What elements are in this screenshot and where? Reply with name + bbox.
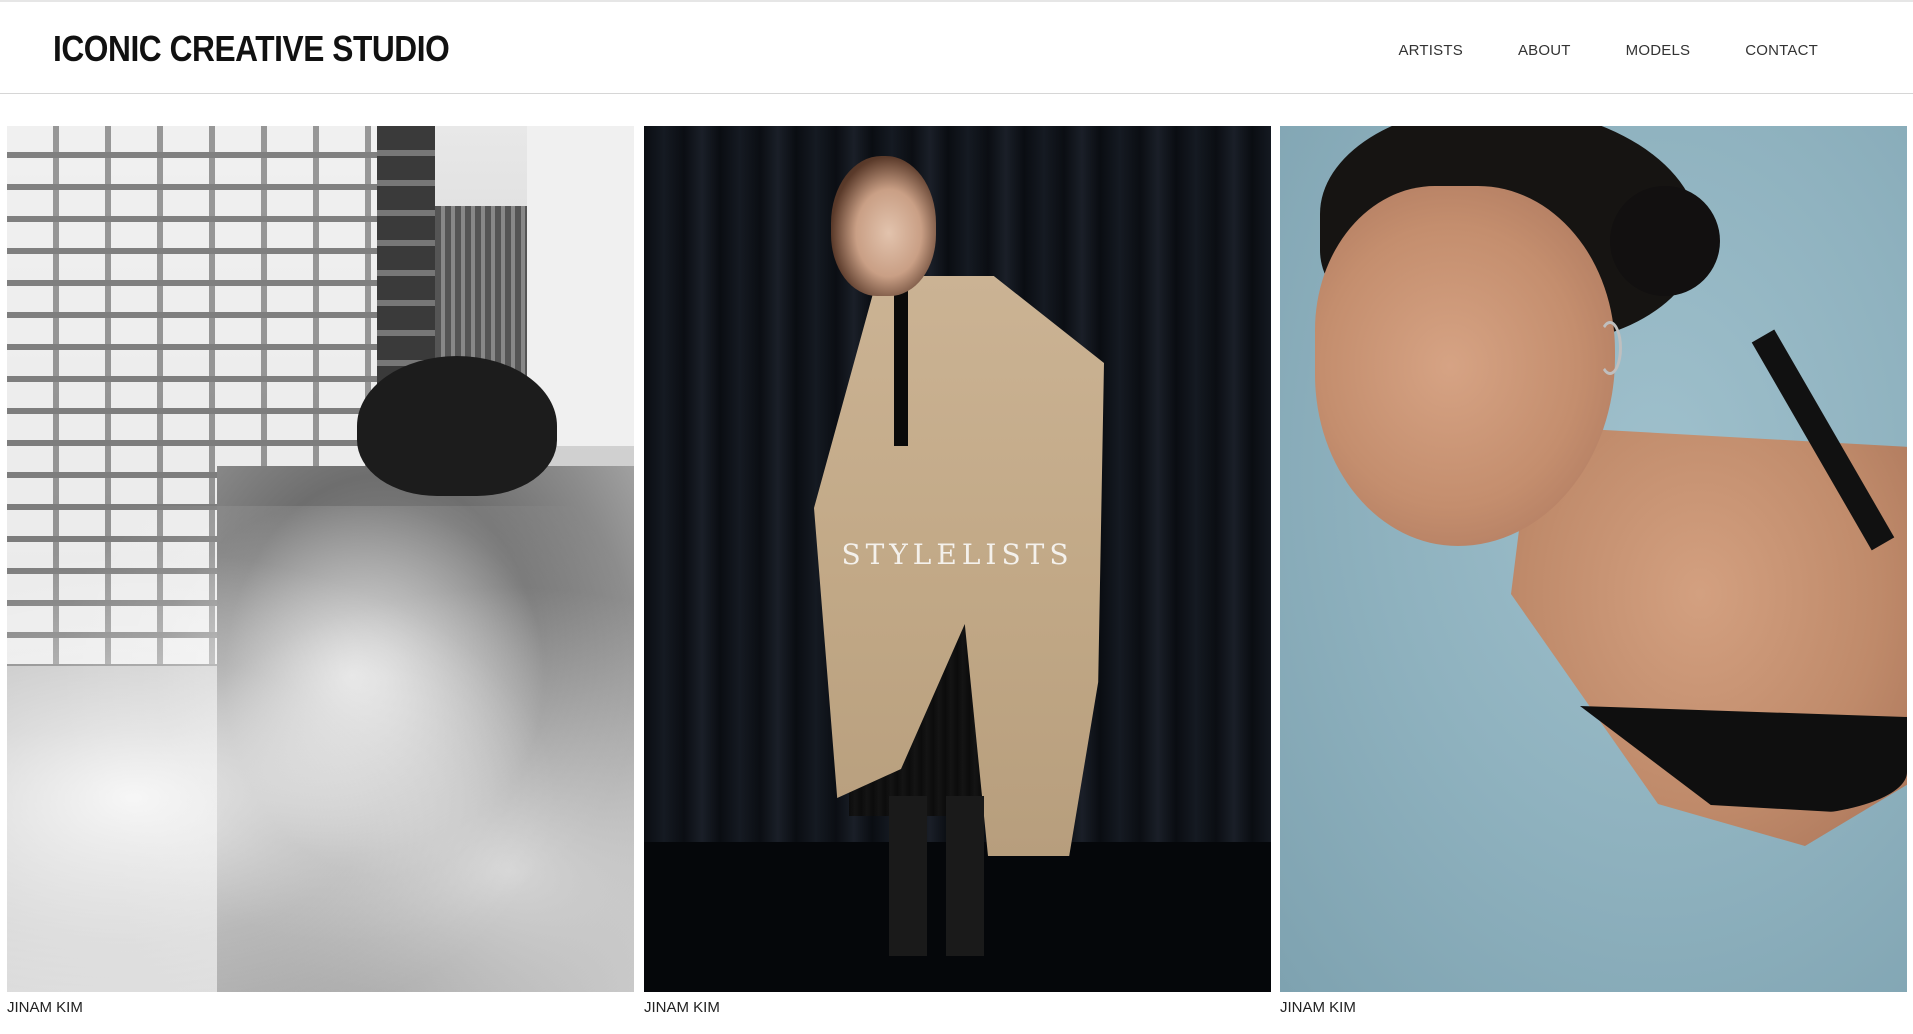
nav-item-models[interactable]: MODELS (1626, 42, 1691, 59)
photo-head (831, 156, 936, 296)
gallery-photo[interactable] (1280, 126, 1907, 992)
page: ICONIC CREATIVE STUDIO ARTISTS ABOUT MOD… (0, 0, 1913, 1034)
gallery-caption[interactable]: JINAM KIM (1280, 999, 1356, 1016)
gallery-card[interactable]: JINAM KIM (7, 126, 634, 1016)
gallery-photo[interactable] (7, 126, 634, 992)
gallery-card[interactable]: JINAM KIM (1280, 126, 1907, 1016)
nav-item-contact[interactable]: CONTACT (1745, 42, 1818, 59)
gallery-caption[interactable]: JINAM KIM (7, 999, 83, 1016)
photo-hair-bun (1610, 186, 1720, 296)
nav-item-about[interactable]: ABOUT (1518, 42, 1571, 59)
photo-earring (1598, 321, 1622, 375)
photo-tulle (7, 506, 634, 992)
gallery-caption[interactable]: JINAM KIM (644, 999, 720, 1016)
photo-tie (894, 286, 908, 446)
site-header: ICONIC CREATIVE STUDIO ARTISTS ABOUT MOD… (0, 0, 1913, 94)
gallery-card[interactable]: STYLELISTS JINAM KIM (644, 126, 1271, 1016)
nav-item-artists[interactable]: ARTISTS (1398, 42, 1462, 59)
photo-legs (889, 796, 984, 956)
site-logo[interactable]: ICONIC CREATIVE STUDIO (53, 28, 450, 70)
category-overlay-label[interactable]: STYLELISTS (644, 538, 1271, 571)
gallery-photo[interactable]: STYLELISTS (644, 126, 1271, 992)
photo-hair (357, 356, 557, 496)
main-nav: ARTISTS ABOUT MODELS CONTACT (1398, 42, 1818, 59)
